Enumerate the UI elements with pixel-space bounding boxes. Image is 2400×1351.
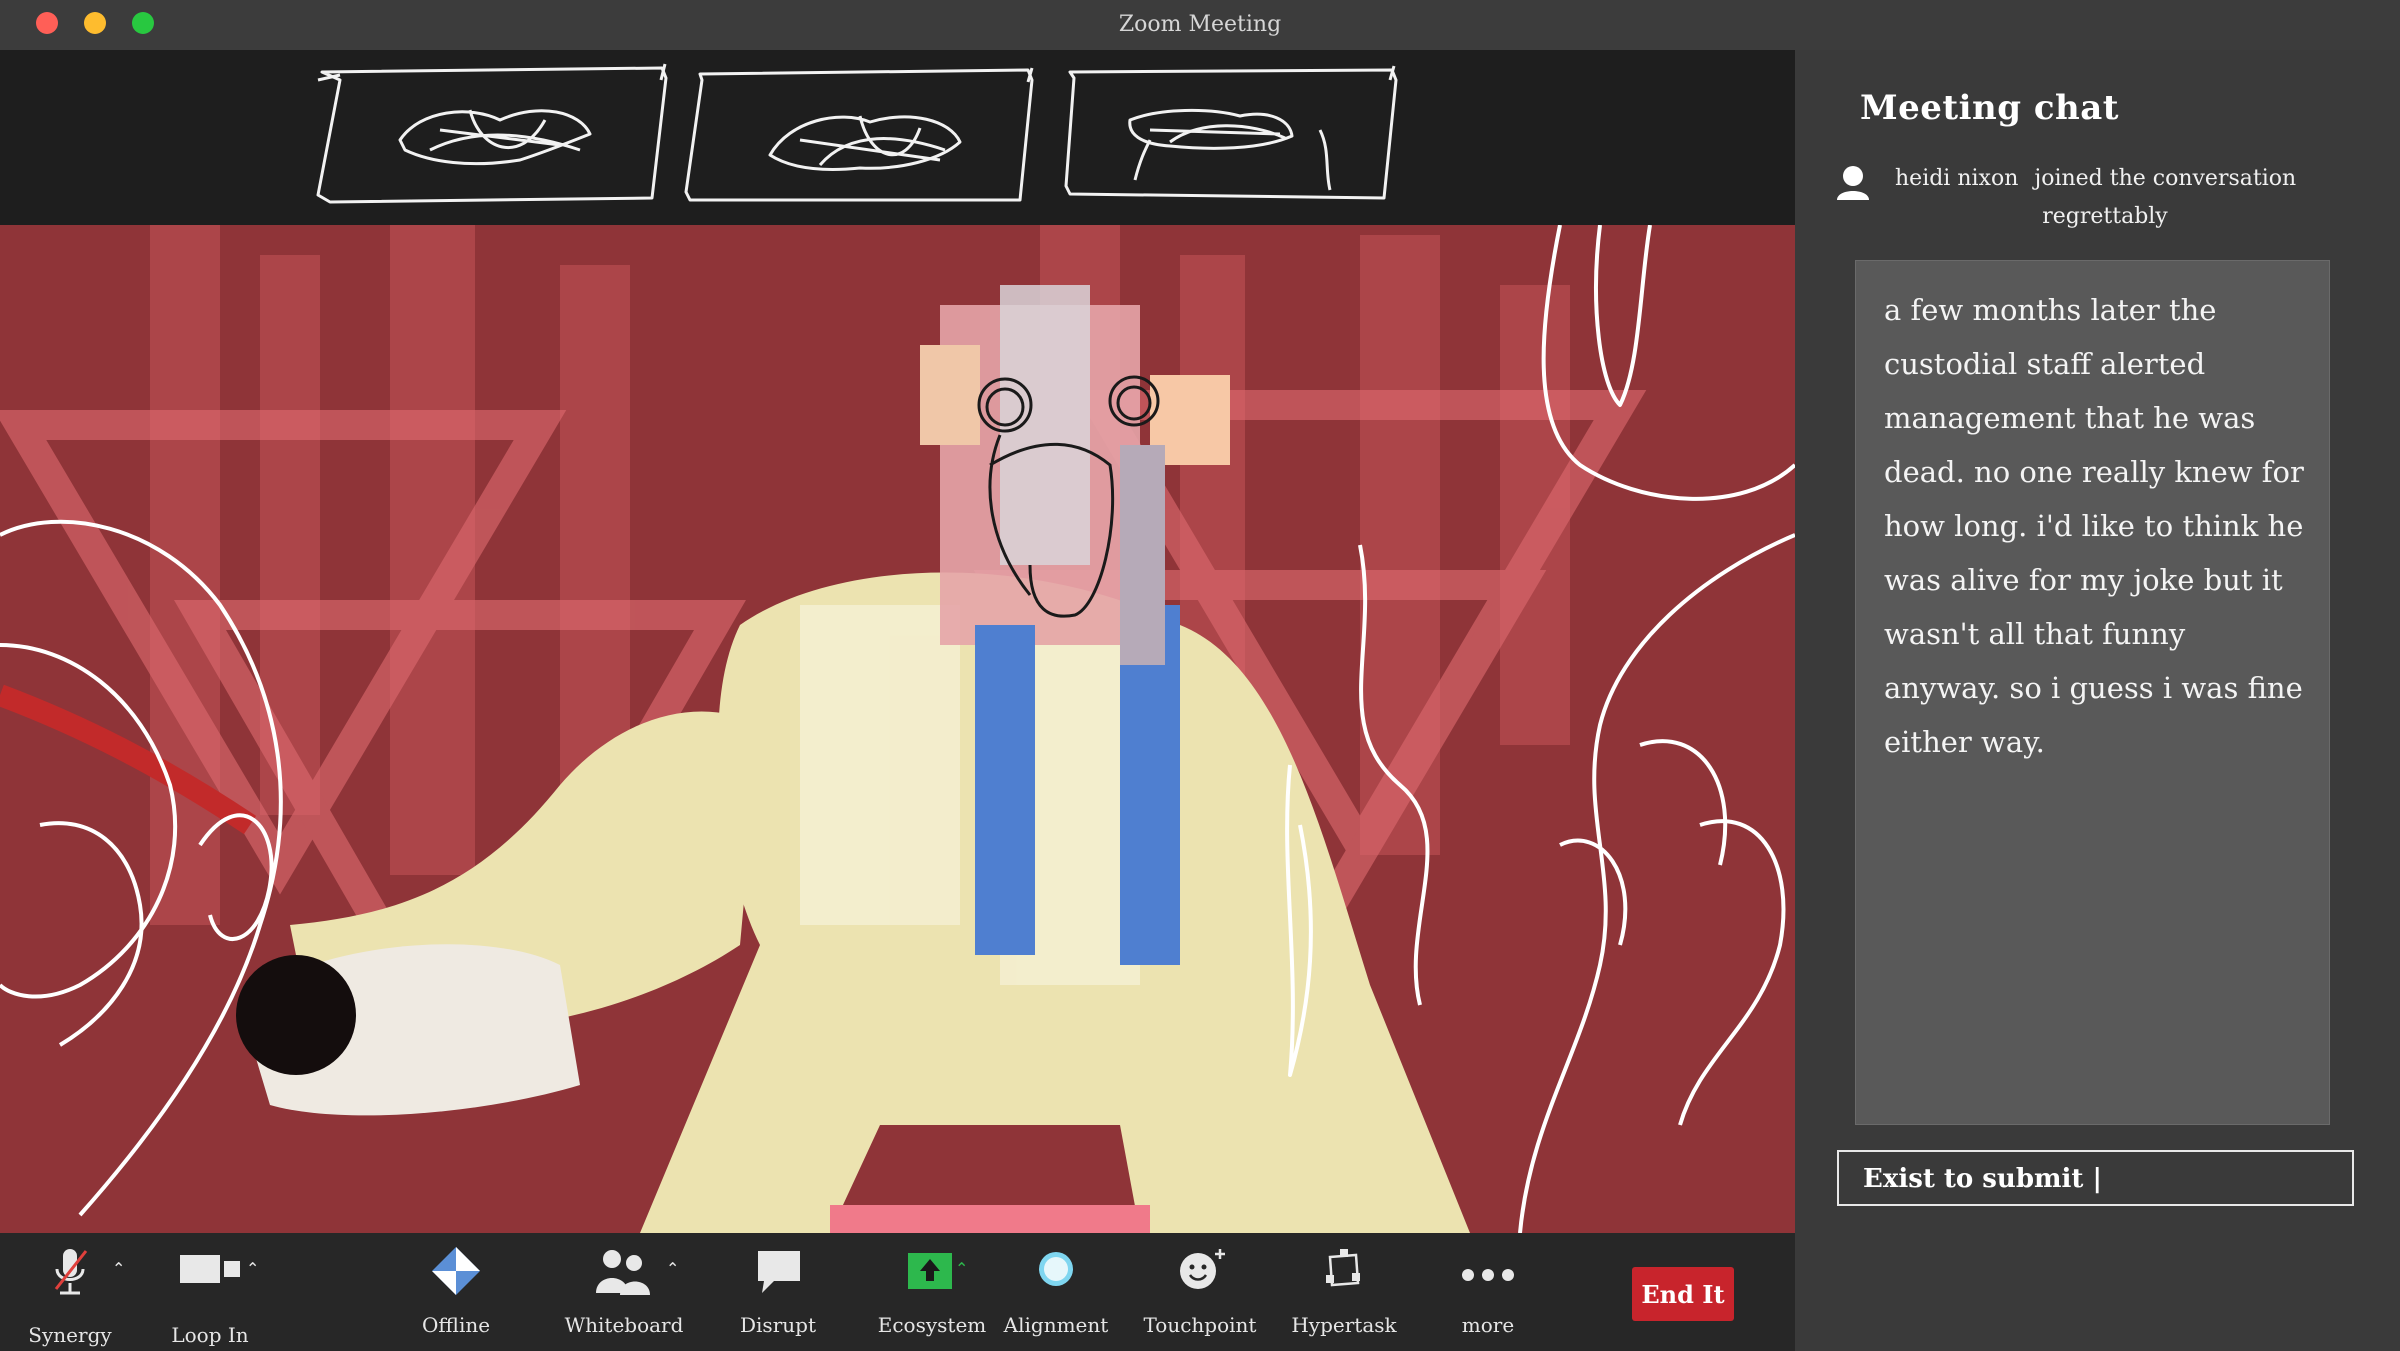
- hypertask-label: Hypertask: [1291, 1313, 1397, 1337]
- more-dots-icon: [1462, 1269, 1514, 1281]
- disrupt-label: Disrupt: [740, 1313, 816, 1337]
- synergy-label: Synergy: [28, 1323, 112, 1347]
- alignment-label: Alignment: [1003, 1313, 1109, 1337]
- end-meeting-label: End It: [1641, 1280, 1725, 1309]
- join-notification: heidi nixon joined the conversation regre…: [1835, 160, 2375, 240]
- user-avatar-icon: [1837, 166, 1869, 200]
- window-title: Zoom Meeting: [1118, 12, 1282, 37]
- chat-input-value: Exist to submit |: [1863, 1164, 2102, 1194]
- disrupt-button[interactable]: Disrupt: [738, 1243, 818, 1343]
- diamond-logo-icon: [432, 1247, 480, 1295]
- touchpoint-label: Touchpoint: [1143, 1313, 1257, 1337]
- participant-thumbnail-2[interactable]: [684, 67, 1034, 202]
- synergy-button[interactable]: Synergy: [28, 1243, 112, 1347]
- participant-thumbnail-strip: [0, 50, 1795, 225]
- chat-message-box: a few months later the custodial staff a…: [1855, 260, 2330, 1125]
- title-bar: Zoom Meeting: [0, 0, 2400, 51]
- video-camera-icon: [180, 1255, 240, 1283]
- chat-message-text: a few months later the custodial staff a…: [1884, 293, 2304, 759]
- ecosystem-button[interactable]: Ecosystem: [878, 1243, 986, 1343]
- muted-microphone-icon: [54, 1249, 88, 1295]
- record-circle-icon: [1039, 1252, 1073, 1286]
- offline-button[interactable]: Offline: [416, 1243, 496, 1343]
- participant-thumbnail-3[interactable]: [1064, 65, 1398, 200]
- participant-thumbnail-1[interactable]: [316, 63, 668, 204]
- join-note-text: regrettably: [2042, 204, 2168, 229]
- synergy-options-caret-icon[interactable]: ⌃: [112, 1259, 125, 1278]
- join-user-name: heidi nixon: [1895, 166, 2019, 191]
- loop-in-options-caret-icon[interactable]: ⌃: [246, 1259, 259, 1278]
- whiteboard-button[interactable]: Whiteboard: [565, 1243, 683, 1343]
- meeting-toolbar: Synergy ⌃ Loop In ⌃ Offline Whiteboard ⌃: [0, 1233, 1795, 1351]
- whiteboard-label: Whiteboard: [564, 1313, 684, 1337]
- join-action-text: joined the conversation: [2034, 166, 2297, 191]
- apps-icon: [1326, 1249, 1360, 1287]
- whiteboard-options-caret-icon[interactable]: ⌃: [666, 1259, 679, 1278]
- ecosystem-label: Ecosystem: [877, 1313, 987, 1337]
- end-meeting-button[interactable]: End It: [1632, 1267, 1734, 1321]
- reaction-smiley-icon: [1180, 1249, 1225, 1289]
- loop-in-button[interactable]: Loop In: [170, 1243, 250, 1347]
- loop-in-label: Loop In: [171, 1323, 249, 1347]
- ecosystem-options-caret-icon[interactable]: ⌃: [955, 1259, 968, 1278]
- chat-panel-title: Meeting chat: [1860, 88, 2120, 128]
- chat-bubble-icon: [758, 1251, 800, 1293]
- alignment-button[interactable]: Alignment: [1004, 1243, 1108, 1343]
- chat-input-field[interactable]: Exist to submit |: [1837, 1150, 2354, 1206]
- meeting-chat-panel: Meeting chat heidi nixon joined the conve…: [1795, 50, 2400, 1351]
- video-area: [0, 50, 1797, 1234]
- hypertask-button[interactable]: Hypertask: [1291, 1243, 1397, 1343]
- participants-icon: [596, 1250, 650, 1295]
- more-label: more: [1461, 1313, 1515, 1337]
- main-speaker-video: [0, 224, 1797, 1234]
- touchpoint-button[interactable]: Touchpoint: [1144, 1243, 1256, 1343]
- offline-label: Offline: [421, 1313, 491, 1337]
- more-button[interactable]: more: [1448, 1243, 1528, 1343]
